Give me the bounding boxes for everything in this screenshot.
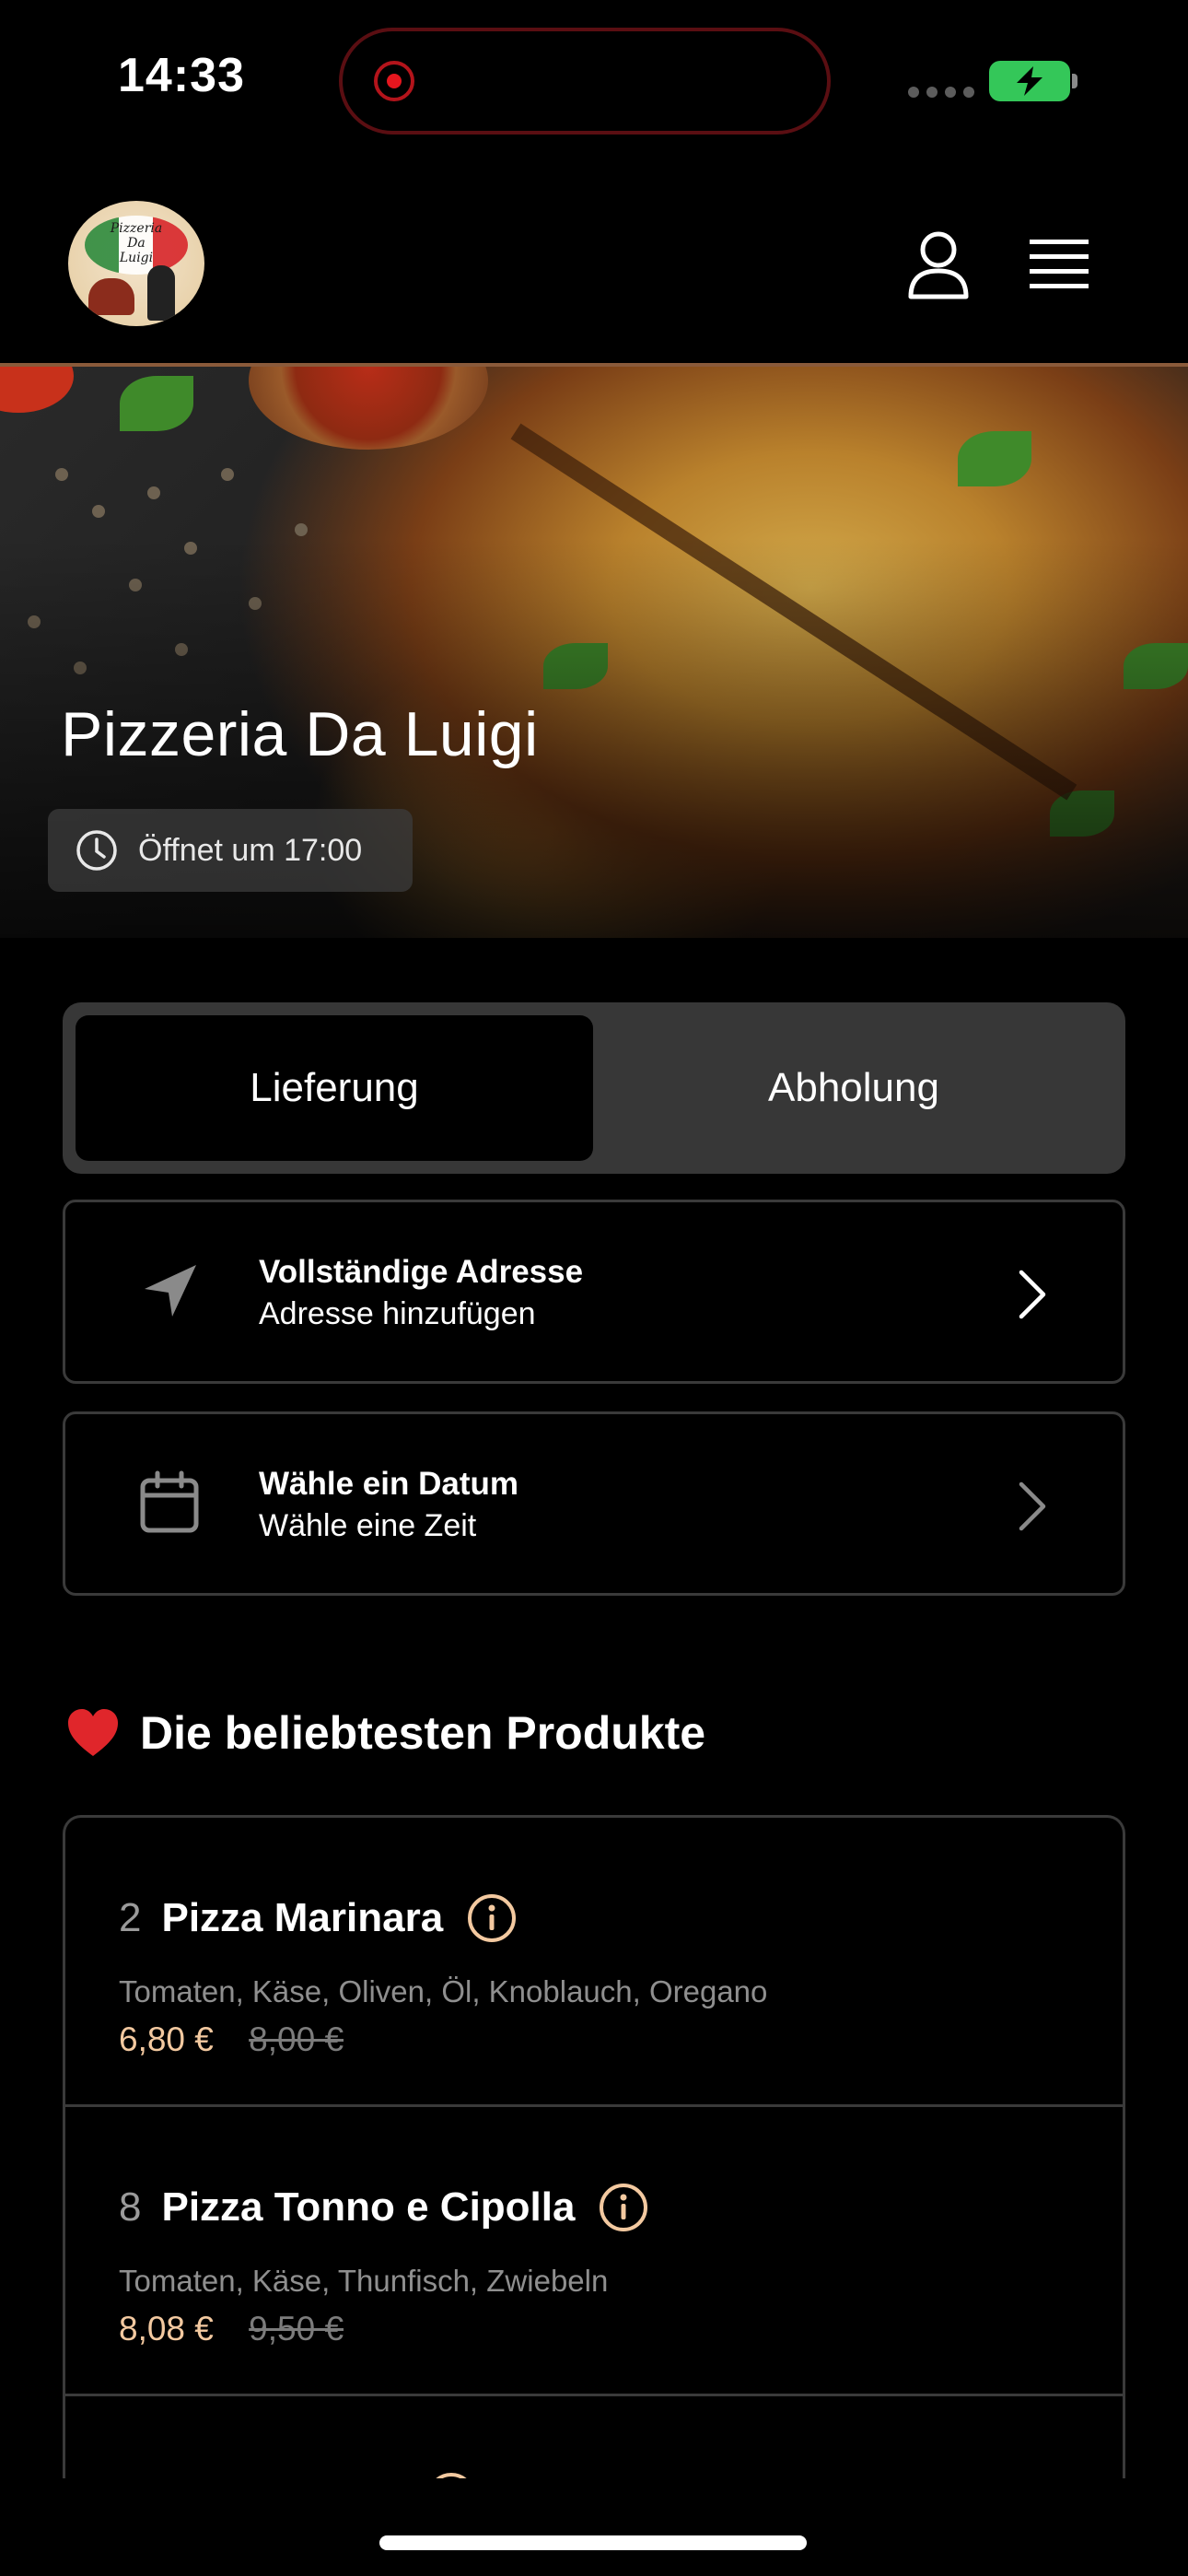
calendar-icon [140,1470,199,1533]
chevron-right-icon [1019,1481,1046,1531]
product-old-price: 8,00 € [249,2020,344,2058]
address-title: Vollständige Adresse [259,1254,584,1290]
status-time: 14:33 [118,49,245,102]
product-item[interactable]: 8 Pizza Tonno e Cipolla Tomaten, Käse, T… [65,2107,1123,2396]
opening-hours-badge: Öffnet um 17:00 [48,809,413,892]
chevron-right-icon [1019,1270,1046,1319]
hamburger-menu-icon [1030,240,1089,288]
menu-button[interactable] [1028,236,1092,291]
product-item[interactable] [65,2396,1123,2478]
product-description: Tomaten, Käse, Thunfisch, Zwiebeln [119,2264,609,2298]
tab-delivery[interactable]: Lieferung [76,1015,593,1161]
address-subtitle: Adresse hinzufügen [259,1296,536,1331]
product-number: 2 [119,1895,142,1940]
date-title: Wähle ein Datum [259,1466,518,1502]
product-number: 8 [119,2184,142,2230]
hero-banner: Pizzeria Da Luigi Öffnet um 17:00 [0,367,1188,938]
product-name: Pizza Tonno e Cipolla [161,2184,576,2230]
product-item[interactable]: 2 Pizza Marinara Tomaten, Käse, Oliven, … [65,1818,1123,2107]
battery-icon [989,61,1070,101]
address-row[interactable]: Vollständige Adresse Adresse hinzufügen [63,1200,1125,1384]
section-title: Die beliebtesten Produkte [140,1707,706,1759]
order-mode-toggle: Lieferung Abholung [63,1002,1125,1174]
product-description: Tomaten, Käse, Oliven, Öl, Knoblauch, Or… [119,1974,768,2008]
signal-icon [908,87,974,98]
restaurant-name: Pizzeria Da Luigi [61,699,539,769]
info-icon[interactable] [467,1893,517,1943]
info-icon[interactable] [426,2472,476,2478]
product-old-price: 9,50 € [249,2310,344,2348]
recording-indicator-icon [374,61,414,101]
restaurant-logo[interactable]: Pizzeria Da Luigi [68,201,204,326]
clock-icon [76,830,117,871]
app-screen: 14:33 Pizzeria Da Luigi Pizzeria Da Luig… [0,0,1188,2576]
date-time-row[interactable]: Wähle ein Datum Wähle eine Zeit [63,1411,1125,1596]
product-price: 8,08 € [119,2310,214,2348]
info-icon[interactable] [599,2183,648,2232]
product-price: 6,80 € [119,2020,214,2058]
product-list: 2 Pizza Marinara Tomaten, Käse, Oliven, … [63,1815,1125,2478]
home-indicator[interactable] [379,2535,807,2550]
opening-hours-text: Öffnet um 17:00 [138,833,363,868]
dynamic-island [339,28,831,135]
tab-pickup[interactable]: Abholung [595,1015,1112,1161]
profile-button[interactable] [906,230,971,300]
date-subtitle: Wähle eine Zeit [259,1508,477,1543]
popular-products-heading: Die beliebtesten Produkte [64,1704,705,1762]
heart-icon [68,1709,118,1756]
location-arrow-icon [145,1265,196,1317]
product-name: Pizza Marinara [161,1895,444,1940]
user-icon [908,231,969,299]
